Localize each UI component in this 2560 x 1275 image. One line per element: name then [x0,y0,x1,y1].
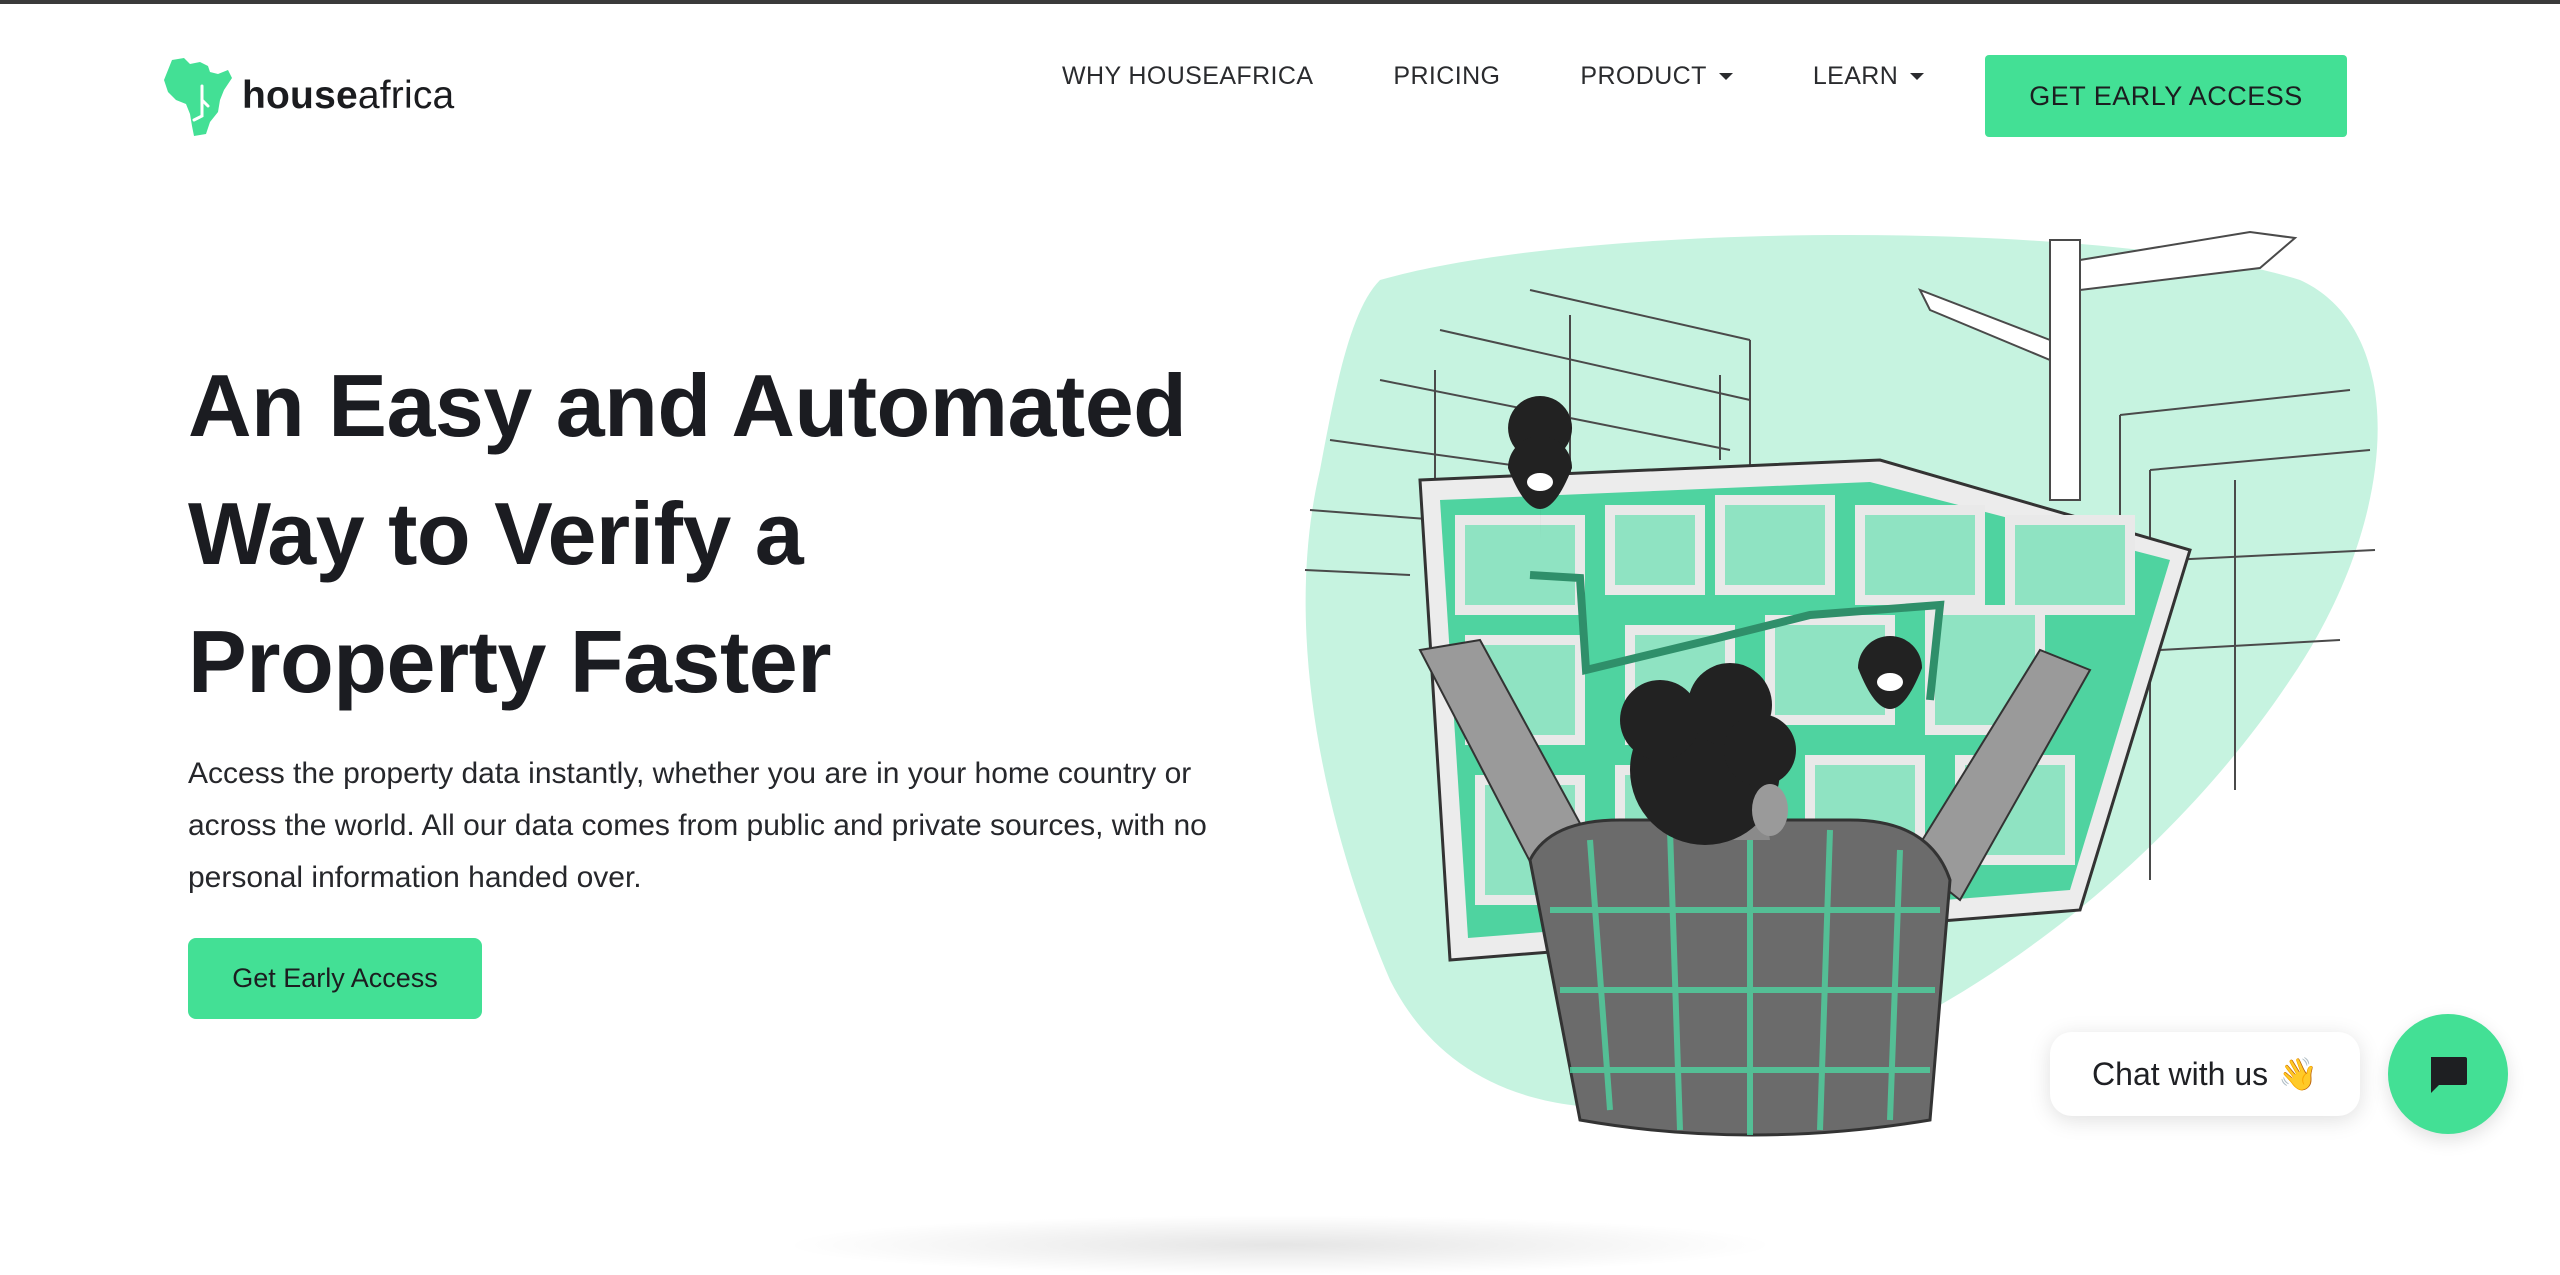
caret-down-icon [1910,73,1925,80]
nav-why-houseafrica[interactable]: WHY HOUSEAFRICA [1062,62,1313,91]
get-early-access-nav-button[interactable]: GET EARLY ACCESS [1985,55,2347,137]
africa-logo-icon [164,58,232,136]
hero-title-line: Property Faster [188,612,831,711]
waving-hand-icon: 👋 [2278,1056,2318,1092]
window-top-border [0,0,2560,4]
hero-title-line: Way to Verify a [188,484,804,583]
chat-bubble-icon [2431,1057,2467,1093]
section-shadow [780,1215,1780,1275]
person-holding-map-illustration [1304,230,2378,1137]
hero-title: An Easy and Automated Way to Verify a Pr… [188,342,1308,726]
chat-with-us-bubble[interactable]: Chat with us 👋 [2050,1032,2360,1116]
hero-title-line: An Easy and Automated [188,356,1187,455]
chat-launcher-button[interactable] [2388,1014,2508,1134]
nav-pricing[interactable]: PRICING [1393,62,1500,91]
nav-learn-dropdown[interactable]: LEARN [1813,62,1925,91]
caret-down-icon [1718,73,1733,80]
get-early-access-hero-button[interactable]: Get Early Access [188,938,482,1019]
nav-product-dropdown[interactable]: PRODUCT [1580,62,1733,91]
hero-description: Access the property data instantly, whet… [188,757,1207,894]
chat-bubble-text: Chat with us [2092,1055,2269,1092]
brand-wordmark: houseafrica [242,74,455,117]
main-nav: WHY HOUSEAFRICA PRICING PRODUCT LEARN [1062,62,1925,91]
brand-logo[interactable]: houseafrica [162,56,454,136]
